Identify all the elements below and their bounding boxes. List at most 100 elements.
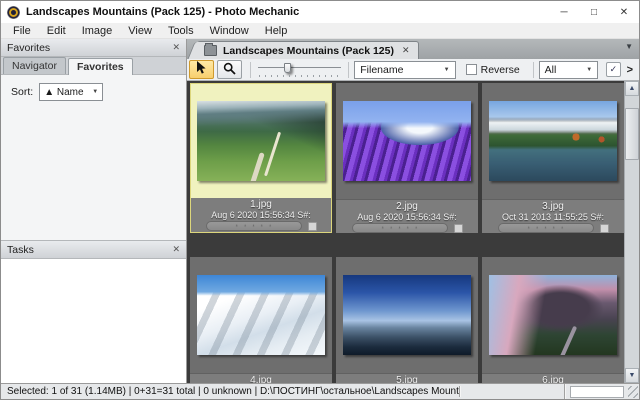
tag-checkbox[interactable] bbox=[454, 224, 463, 233]
thumbnail-cell-1[interactable]: 1.jpg Aug 6 2020 15:56:34 S#: ····· bbox=[190, 83, 332, 233]
toolbar-expand-button[interactable]: > bbox=[627, 64, 633, 76]
toolbar: Filename ▼ Reverse All ▼ ✓ > bbox=[187, 59, 639, 81]
select-tool-button[interactable] bbox=[189, 60, 214, 79]
contact-sheet-tabbar: Landscapes Mountains (Pack 125) ✕ ▼ bbox=[187, 39, 639, 59]
thumbnail-date: Aug 6 2020 15:56:34 S#: bbox=[336, 212, 478, 222]
rating-bar[interactable]: ····· bbox=[352, 223, 448, 233]
tab-favorites[interactable]: Favorites bbox=[68, 58, 133, 75]
thumbnail-cell-4[interactable]: 4.jpg bbox=[190, 257, 332, 383]
filter-dropdown[interactable]: All ▼ bbox=[539, 61, 599, 79]
tasks-panel-title: Tasks bbox=[7, 244, 34, 256]
favorites-panel-header: Favorites ✕ bbox=[1, 39, 186, 57]
sort-row: Sort: ▲ Name ▼ bbox=[11, 83, 176, 101]
thumbnail-filename: 5.jpg bbox=[336, 375, 478, 383]
slider-thumb[interactable] bbox=[284, 63, 291, 73]
menu-window[interactable]: Window bbox=[202, 24, 257, 38]
thumbnail-date: Aug 6 2020 15:56:34 S#: bbox=[191, 210, 331, 220]
contact-sheet-tab-label: Landscapes Mountains (Pack 125) bbox=[223, 45, 394, 57]
photo-mechanic-logo-icon bbox=[7, 6, 20, 19]
sort-label: Sort: bbox=[11, 86, 33, 98]
contact-sheet-tab[interactable]: Landscapes Mountains (Pack 125) ✕ bbox=[197, 41, 419, 59]
toolbar-separator bbox=[250, 62, 251, 78]
tab-close-icon[interactable]: ✕ bbox=[402, 45, 410, 56]
scroll-down-icon[interactable]: ▼ bbox=[625, 368, 639, 383]
scrollbar-thumb[interactable] bbox=[625, 108, 639, 160]
tagged-filter-checkbox[interactable]: ✓ bbox=[606, 62, 620, 77]
main-area: Landscapes Mountains (Pack 125) ✕ ▼ bbox=[187, 39, 639, 383]
thumbnail-size-slider[interactable] bbox=[258, 62, 342, 78]
sort-field-dropdown[interactable]: Filename ▼ bbox=[354, 61, 455, 79]
thumbnail-image[interactable] bbox=[343, 101, 471, 181]
folder-icon bbox=[204, 45, 217, 56]
tag-checkbox[interactable] bbox=[308, 222, 317, 231]
thumbnail-label: 1.jpg Aug 6 2020 15:56:34 S#: ····· bbox=[191, 198, 331, 232]
thumbnail-label: 4.jpg bbox=[190, 373, 332, 383]
sort-field-value: Filename bbox=[360, 64, 403, 76]
menu-file[interactable]: File bbox=[5, 24, 39, 38]
slider-ticks bbox=[259, 75, 341, 77]
thumbnail-date: Oct 31 2013 11:55:25 S#: bbox=[482, 212, 624, 222]
content-area: Favorites ✕ Navigator Favorites Sort: ▲ … bbox=[1, 39, 639, 383]
app-window: Landscapes Mountains (Pack 125) - Photo … bbox=[0, 0, 640, 400]
thumbnail-cell-2[interactable]: 2.jpg Aug 6 2020 15:56:34 S#: ····· bbox=[336, 83, 478, 233]
window-title: Landscapes Mountains (Pack 125) - Photo … bbox=[26, 6, 299, 18]
sidebar: Favorites ✕ Navigator Favorites Sort: ▲ … bbox=[1, 39, 187, 383]
thumbnail-label: 3.jpg Oct 31 2013 11:55:25 S#: ····· bbox=[482, 199, 624, 233]
thumbnail-image[interactable] bbox=[197, 275, 325, 355]
tab-navigator[interactable]: Navigator bbox=[3, 57, 66, 74]
thumbnail-image[interactable] bbox=[489, 275, 617, 355]
scrollbar-track[interactable] bbox=[625, 96, 639, 368]
chevron-down-icon: ▼ bbox=[436, 67, 450, 73]
tasks-panel-body bbox=[1, 259, 186, 383]
favorites-close-icon[interactable]: ✕ bbox=[172, 42, 180, 53]
thumbnail-filename: 2.jpg bbox=[336, 201, 478, 212]
menu-bar: File Edit Image View Tools Window Help bbox=[1, 23, 639, 39]
tab-list-dropdown-icon[interactable]: ▼ bbox=[625, 42, 633, 51]
thumbnail-cell-3[interactable]: 3.jpg Oct 31 2013 11:55:25 S#: ····· bbox=[482, 83, 624, 233]
close-button[interactable]: ✕ bbox=[609, 1, 639, 23]
slider-track bbox=[258, 67, 342, 68]
scroll-up-icon[interactable]: ▲ bbox=[625, 81, 639, 96]
toolbar-separator bbox=[348, 62, 349, 78]
thumbnail-filename: 4.jpg bbox=[190, 375, 332, 383]
thumbnail-cell-6[interactable]: 6.jpg bbox=[482, 257, 624, 383]
thumbnail-image[interactable] bbox=[197, 101, 325, 181]
menu-edit[interactable]: Edit bbox=[39, 24, 74, 38]
toolbar-separator bbox=[533, 62, 534, 78]
favorites-panel-body: Sort: ▲ Name ▼ bbox=[1, 75, 186, 241]
tasks-panel-header: Tasks ✕ bbox=[1, 241, 186, 259]
resize-grip-icon[interactable] bbox=[628, 386, 638, 398]
reverse-label: Reverse bbox=[481, 64, 520, 76]
minimize-button[interactable]: ─ bbox=[549, 1, 579, 23]
menu-tools[interactable]: Tools bbox=[160, 24, 202, 38]
sort-dropdown[interactable]: ▲ Name ▼ bbox=[39, 83, 103, 101]
statusbar-text: Selected: 1 of 31 (1.14MB) | 0+31=31 tot… bbox=[1, 386, 461, 397]
thumbnail-label: 5.jpg bbox=[336, 373, 478, 383]
maximize-button[interactable]: □ bbox=[579, 1, 609, 23]
tag-checkbox[interactable] bbox=[600, 224, 609, 233]
sort-dropdown-value: ▲ Name bbox=[44, 87, 83, 98]
menu-help[interactable]: Help bbox=[257, 24, 296, 38]
menu-image[interactable]: Image bbox=[74, 24, 121, 38]
status-bar: Selected: 1 of 31 (1.14MB) | 0+31=31 tot… bbox=[1, 383, 639, 399]
statusbar-field bbox=[570, 386, 624, 398]
thumbnail-grid: 1.jpg Aug 6 2020 15:56:34 S#: ····· 2.jp… bbox=[187, 81, 639, 383]
thumbnail-label: 2.jpg Aug 6 2020 15:56:34 S#: ····· bbox=[336, 199, 478, 233]
chevron-down-icon: ▼ bbox=[86, 89, 98, 95]
vertical-scrollbar[interactable]: ▲ ▼ bbox=[624, 81, 639, 383]
chevron-down-icon: ▼ bbox=[578, 67, 592, 73]
magnifier-icon bbox=[223, 62, 236, 78]
thumbnail-filename: 6.jpg bbox=[482, 375, 624, 383]
thumbnail-image[interactable] bbox=[489, 101, 617, 181]
thumbnail-filename: 3.jpg bbox=[482, 201, 624, 212]
rating-bar[interactable]: ····· bbox=[206, 221, 302, 231]
zoom-tool-button[interactable] bbox=[217, 60, 242, 79]
reverse-checkbox[interactable] bbox=[466, 64, 477, 75]
rating-bar[interactable]: ····· bbox=[498, 223, 594, 233]
menu-view[interactable]: View bbox=[120, 24, 160, 38]
thumbnail-image[interactable] bbox=[343, 275, 471, 355]
tasks-close-icon[interactable]: ✕ bbox=[172, 244, 180, 255]
thumbnail-cell-5[interactable]: 5.jpg bbox=[336, 257, 478, 383]
filter-value: All bbox=[545, 64, 557, 76]
reverse-checkbox-row[interactable]: Reverse bbox=[466, 64, 520, 76]
